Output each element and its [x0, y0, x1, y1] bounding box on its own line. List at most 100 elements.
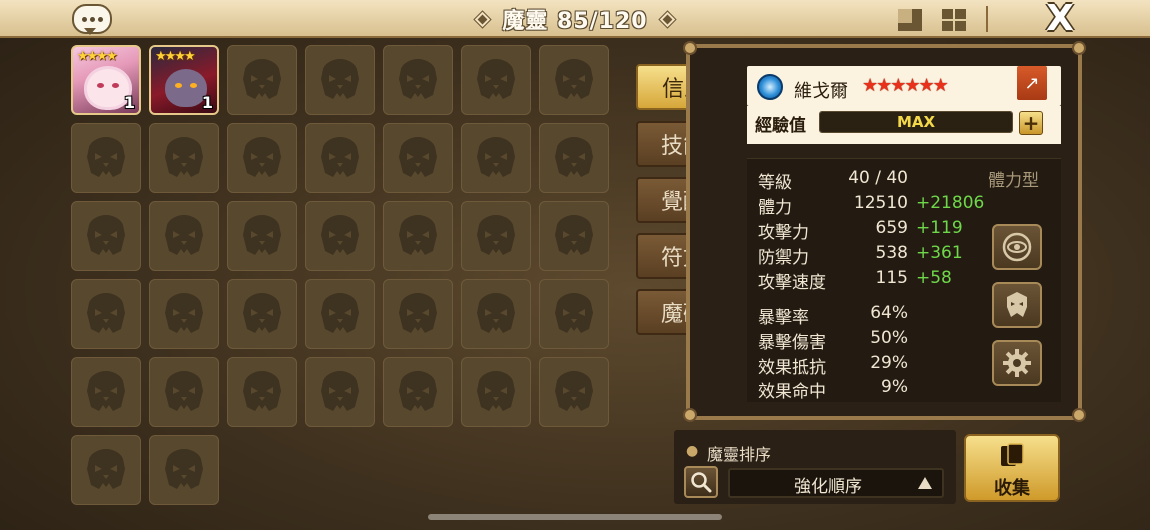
- empty-monster-slot[interactable]: [305, 279, 375, 349]
- exp-value: MAX: [896, 113, 936, 131]
- empty-monster-slot[interactable]: [539, 357, 609, 427]
- title-bar: 魔靈 85/120: [470, 4, 680, 34]
- empty-monster-slot[interactable]: [305, 123, 375, 193]
- monster-type: 體力型: [988, 171, 1039, 191]
- sort-value: 強化順序: [794, 477, 862, 497]
- empty-monster-slot[interactable]: [227, 357, 297, 427]
- stat-label: 防禦力: [758, 248, 809, 268]
- monster-silhouette-icon: [321, 371, 359, 411]
- monster-silhouette-icon: [477, 137, 515, 177]
- stat-value: 659: [875, 218, 908, 238]
- monster-silhouette-icon: [399, 293, 437, 333]
- empty-monster-slot[interactable]: [461, 45, 531, 115]
- sort-title: 魔靈排序: [707, 445, 772, 464]
- stat-bonus: +361: [916, 243, 963, 263]
- empty-monster-slot[interactable]: [71, 357, 141, 427]
- stat-label: 攻擊力: [758, 223, 809, 243]
- monster-silhouette-icon: [165, 215, 203, 255]
- monster-silhouette-icon: [477, 215, 515, 255]
- panel-corner-icon: [683, 41, 697, 55]
- empty-monster-slot[interactable]: [539, 123, 609, 193]
- panel-corner-icon: [683, 408, 697, 422]
- empty-monster-slot[interactable]: [539, 201, 609, 271]
- empty-monster-slot[interactable]: [461, 357, 531, 427]
- stat-label: 效果命中: [758, 382, 826, 402]
- empty-monster-slot[interactable]: [383, 201, 453, 271]
- empty-monster-slot[interactable]: [227, 201, 297, 271]
- empty-monster-slot[interactable]: [539, 279, 609, 349]
- single-view-icon[interactable]: [898, 9, 922, 31]
- monster-stars: ★★★★★★: [862, 75, 949, 96]
- chat-bubble-tail: [84, 28, 96, 35]
- share-icon[interactable]: ↗: [1017, 66, 1047, 100]
- eye-icon[interactable]: [992, 224, 1042, 270]
- empty-monster-slot[interactable]: [71, 279, 141, 349]
- monster-silhouette-icon: [555, 293, 593, 333]
- monster-silhouette-icon: [165, 371, 203, 411]
- empty-monster-slot[interactable]: [461, 279, 531, 349]
- monster-silhouette-icon: [399, 137, 437, 177]
- stat-bonus: +21806: [916, 193, 985, 213]
- gear-icon[interactable]: [992, 340, 1042, 386]
- empty-monster-slot[interactable]: [305, 45, 375, 115]
- stat-value: 40 / 40: [848, 168, 908, 188]
- empty-monster-slot[interactable]: [383, 123, 453, 193]
- add-exp-button[interactable]: +: [1019, 111, 1043, 135]
- empty-monster-slot[interactable]: [71, 201, 141, 271]
- stat-label: 體力: [758, 198, 792, 218]
- empty-monster-slot[interactable]: [149, 357, 219, 427]
- stat-label: 暴擊傷害: [758, 333, 826, 353]
- empty-monster-slot[interactable]: [539, 45, 609, 115]
- exp-label: 經驗值: [755, 116, 806, 136]
- monster-silhouette-icon: [555, 137, 593, 177]
- stat-label: 暴擊率: [758, 308, 809, 328]
- empty-monster-slot[interactable]: [71, 435, 141, 505]
- monster-slot-1[interactable]: ★★★★ 1: [71, 45, 141, 115]
- monster-silhouette-icon: [399, 371, 437, 411]
- empty-monster-slot[interactable]: [461, 201, 531, 271]
- panel-corner-icon: [1072, 41, 1086, 55]
- home-indicator[interactable]: [428, 514, 722, 520]
- slot-level: 1: [201, 93, 213, 112]
- monster-silhouette-icon: [399, 215, 437, 255]
- monster-silhouette-icon: [87, 215, 125, 255]
- close-button[interactable]: X: [1042, 1, 1078, 37]
- monster-silhouette-icon: [165, 137, 203, 177]
- empty-monster-slot[interactable]: [305, 201, 375, 271]
- mask-icon[interactable]: [992, 282, 1042, 328]
- empty-monster-slot[interactable]: [149, 123, 219, 193]
- empty-monster-slot[interactable]: [149, 435, 219, 505]
- empty-monster-slot[interactable]: [383, 357, 453, 427]
- grid-view-icon[interactable]: [942, 9, 966, 31]
- search-button[interactable]: [684, 466, 718, 498]
- monster-silhouette-icon: [321, 293, 359, 333]
- monster-silhouette-icon: [243, 59, 281, 99]
- empty-monster-slot[interactable]: [305, 357, 375, 427]
- monster-silhouette-icon: [321, 137, 359, 177]
- empty-monster-slot[interactable]: [383, 279, 453, 349]
- monster-silhouette-icon: [165, 293, 203, 333]
- empty-monster-slot[interactable]: [227, 279, 297, 349]
- monster-portrait: [87, 69, 129, 107]
- stat-label: 等級: [758, 173, 792, 193]
- slot-stars: ★★★★: [77, 49, 118, 64]
- monster-silhouette-icon: [87, 293, 125, 333]
- empty-monster-slot[interactable]: [227, 123, 297, 193]
- empty-monster-slot[interactable]: [149, 279, 219, 349]
- empty-monster-slot[interactable]: [461, 123, 531, 193]
- empty-monster-slot[interactable]: [71, 123, 141, 193]
- stat-value: 115: [875, 268, 908, 288]
- empty-monster-slot[interactable]: [227, 45, 297, 115]
- monster-slot-2[interactable]: ★★★★ 1: [149, 45, 219, 115]
- monster-portrait: [165, 69, 207, 107]
- stat-bonus: +119: [916, 218, 963, 238]
- slot-level: 1: [123, 93, 135, 112]
- monster-silhouette-icon: [243, 137, 281, 177]
- stat-value: 12510: [853, 193, 908, 213]
- stat-label: 效果抵抗: [758, 358, 826, 378]
- empty-monster-slot[interactable]: [383, 45, 453, 115]
- empty-monster-slot[interactable]: [149, 201, 219, 271]
- monster-silhouette-icon: [477, 293, 515, 333]
- stat-value: 50%: [870, 328, 908, 348]
- topbar-divider: [986, 6, 988, 32]
